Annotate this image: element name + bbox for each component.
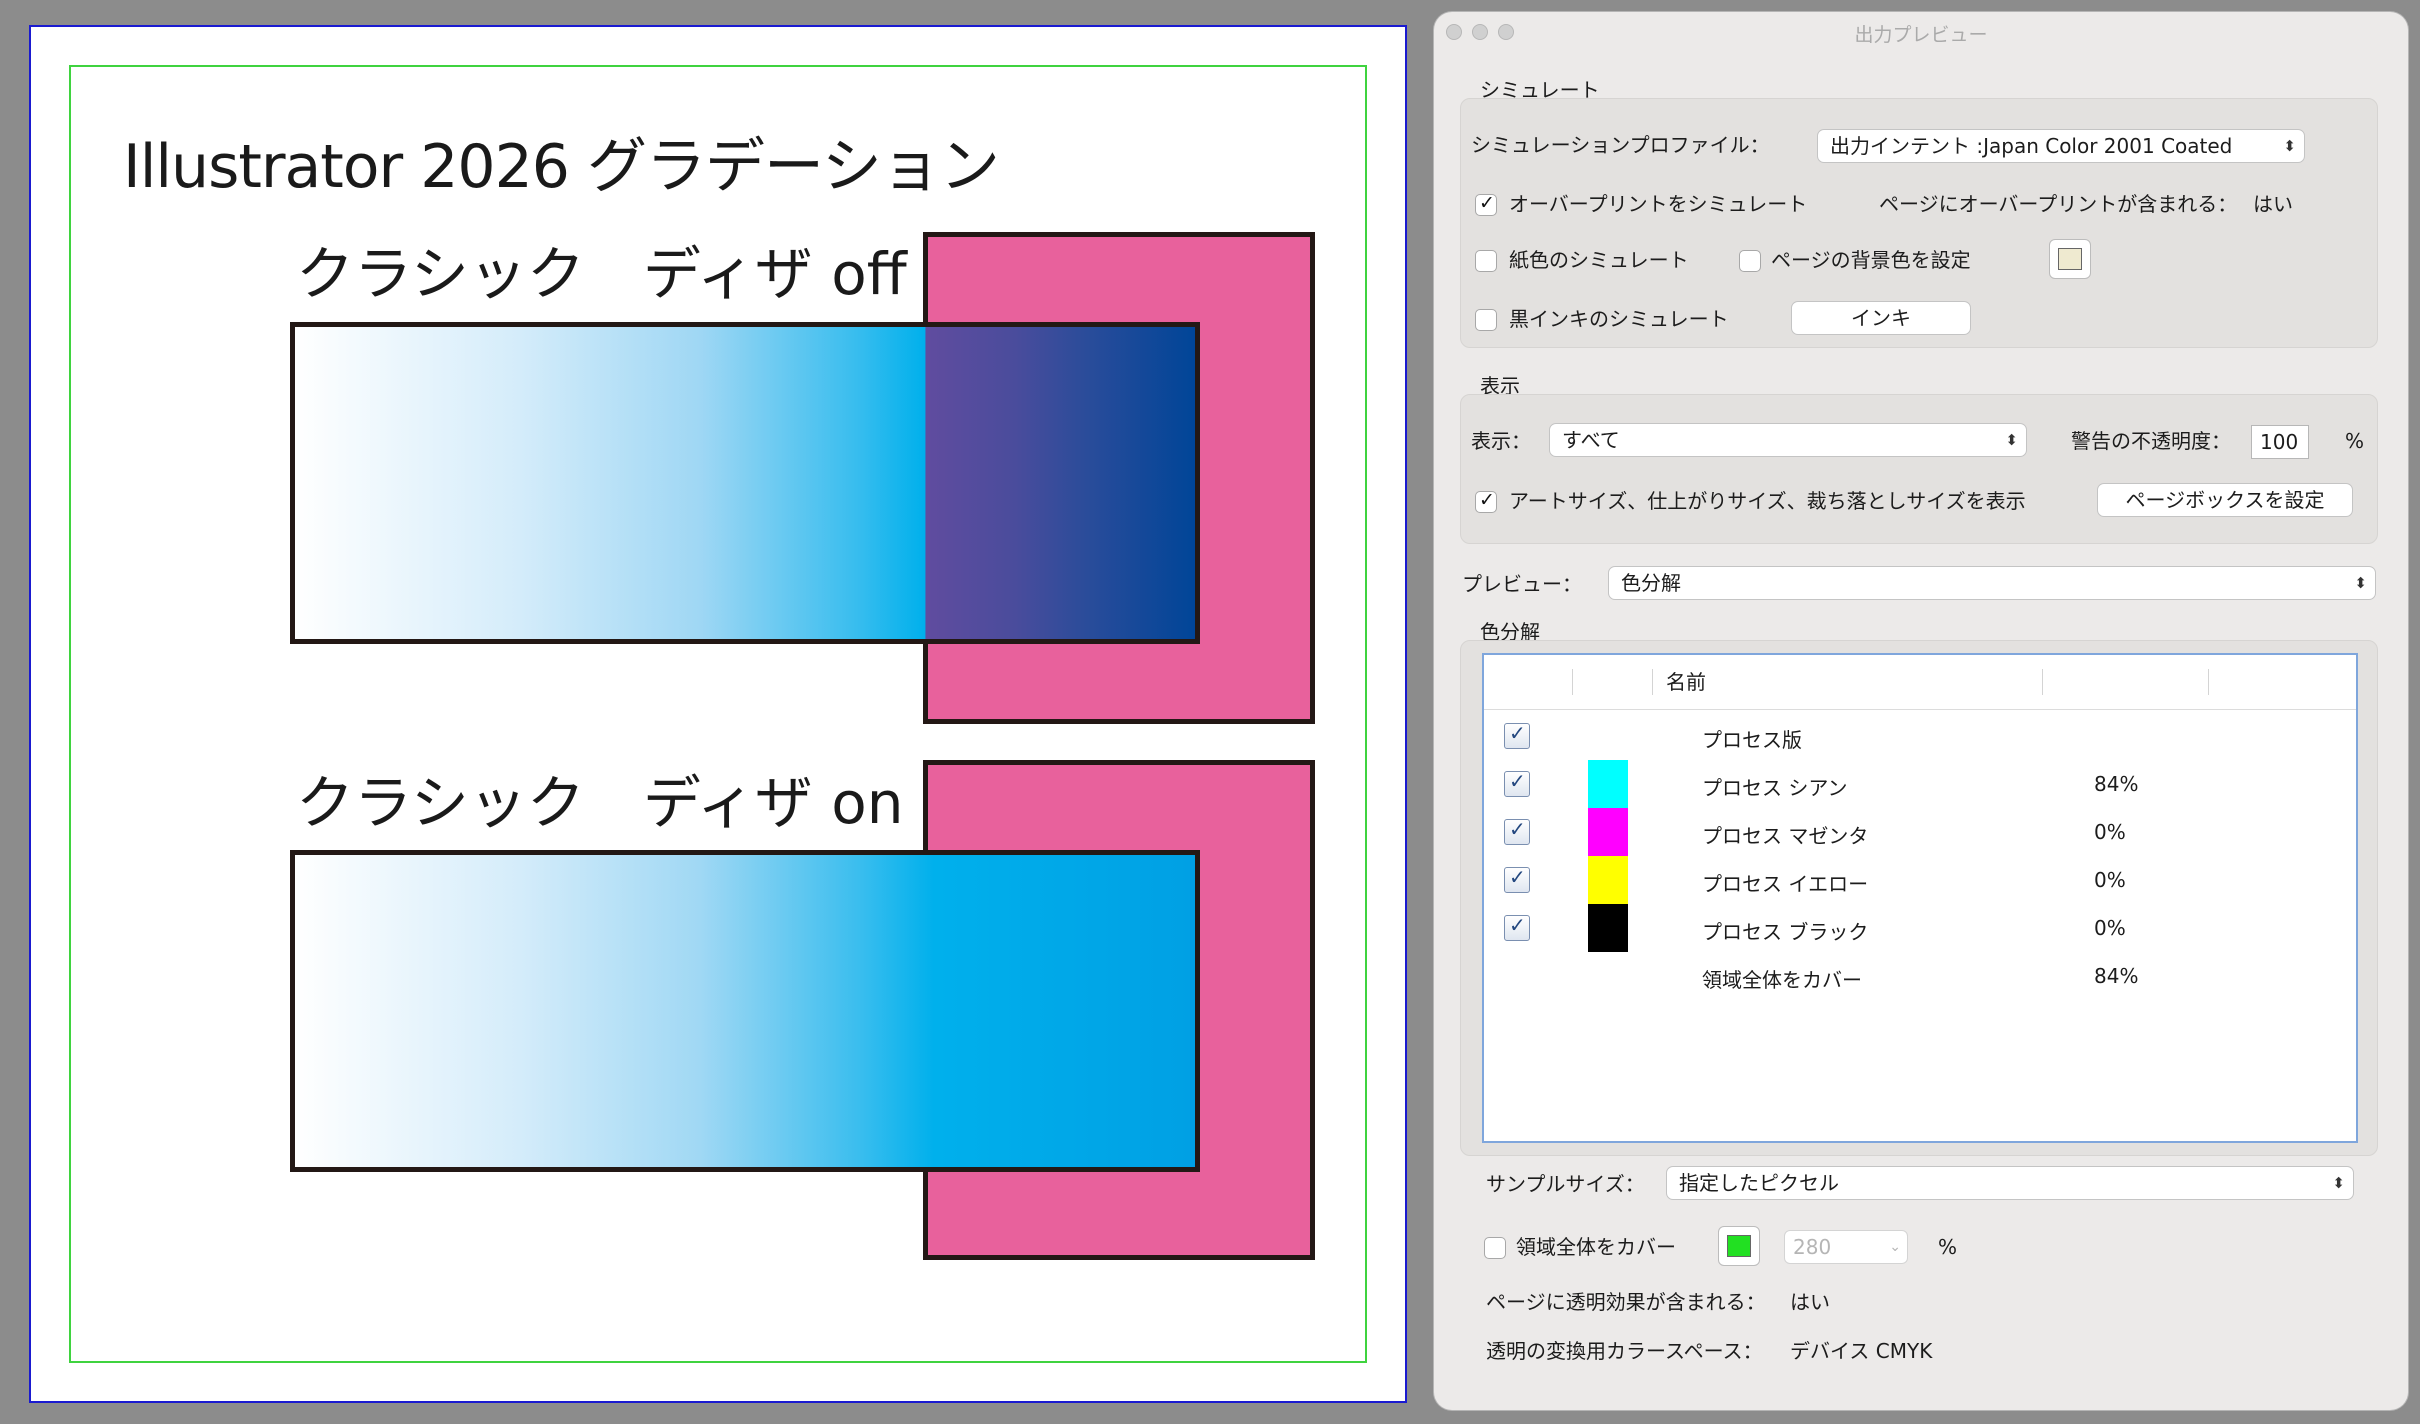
show-select[interactable]: すべて ⬍ — [1549, 423, 2027, 457]
output-preview-panel: 出力プレビュー シミュレート シミュレーションプロファイル： 出力インテント :… — [1434, 12, 2408, 1410]
updown-arrows-icon: ⬍ — [2354, 574, 2367, 592]
coverage-unit: % — [1938, 1235, 1958, 1259]
magenta-swatch — [1588, 808, 1628, 856]
page-bg-label: ページの背景色を設定 — [1771, 248, 1971, 272]
paper-color-checkbox[interactable] — [1475, 250, 1497, 272]
artboard: Illustrator 2026 グラデーション クラシック ディザ off ク… — [29, 25, 1407, 1403]
page-bg-color-fill — [2058, 248, 2082, 270]
row-checkbox[interactable] — [1504, 865, 1530, 893]
table-row[interactable]: プロセス シアン 84% — [1484, 760, 2356, 808]
ink-button[interactable]: インキ — [1791, 301, 1971, 335]
page-bg-checkbox[interactable] — [1739, 250, 1761, 272]
sample-size-select[interactable]: 指定したピクセル ⬍ — [1666, 1166, 2354, 1200]
label-dither-on: クラシック ディザ on — [296, 769, 904, 837]
warning-opacity-input[interactable]: 100 — [2251, 425, 2309, 459]
separations-table-header: 名前 — [1484, 655, 2356, 710]
row-checkbox[interactable] — [1504, 913, 1530, 941]
page-overprint-label: ページにオーバープリントが含まれる： — [1879, 192, 2238, 216]
page-bg-color-swatch[interactable] — [2049, 239, 2091, 279]
coverage-value: 280 — [1793, 1235, 1832, 1259]
transparency-label: ページに透明効果が含まれる： — [1486, 1290, 1766, 1314]
row-name: 領域全体をカバー — [1702, 968, 1862, 992]
row-checkbox[interactable] — [1504, 721, 1530, 749]
artboard-title: Illustrator 2026 グラデーション — [123, 132, 1000, 202]
colorspace-label: 透明の変換用カラースペース： — [1486, 1339, 1763, 1363]
sample-size-label: サンプルサイズ： — [1486, 1172, 1645, 1196]
preview-label: プレビュー： — [1462, 572, 1582, 596]
row-name: プロセス ブラック — [1702, 920, 1869, 944]
warning-opacity-unit: % — [2345, 429, 2365, 453]
display-group: 表示： すべて ⬍ 警告の不透明度： 100 % アートサイズ、仕上がりサイズ、… — [1460, 394, 2378, 544]
coverage-checkbox[interactable] — [1484, 1237, 1506, 1259]
cyan-swatch — [1588, 760, 1628, 808]
pagebox-button[interactable]: ページボックスを設定 — [2097, 483, 2353, 517]
row-name: プロセス シアン — [1702, 776, 1848, 800]
paper-color-label: 紙色のシミュレート — [1509, 248, 1689, 272]
overprint-label: オーバープリントをシミュレート — [1509, 192, 1808, 216]
show-select-value: すべて — [1562, 428, 1620, 452]
row-percent: 0% — [2094, 868, 2126, 892]
colorspace-value: デバイス CMYK — [1790, 1339, 1933, 1363]
row-percent: 84% — [2094, 772, 2139, 796]
artsize-checkbox[interactable] — [1475, 489, 1497, 513]
coverage-label: 領域全体をカバー — [1516, 1235, 1676, 1259]
sample-size-value: 指定したピクセル — [1679, 1171, 1839, 1195]
row-checkbox[interactable] — [1504, 817, 1530, 845]
black-swatch — [1588, 904, 1628, 952]
table-row: 領域全体をカバー 84% — [1484, 952, 2356, 1000]
page-overprint-value: はい — [2253, 192, 2293, 216]
header-divider — [2042, 669, 2043, 695]
row-percent: 84% — [2094, 964, 2139, 988]
transparency-value: はい — [1790, 1290, 1830, 1314]
header-divider — [1652, 669, 1653, 695]
panel-titlebar: 出力プレビュー — [1434, 12, 2408, 48]
gradient-rectangle-dither-off[interactable] — [290, 322, 1200, 644]
preview-select[interactable]: 色分解 ⬍ — [1608, 566, 2376, 600]
profile-select-value: 出力インテント :Japan Color 2001 Coated — [1830, 134, 2233, 158]
table-row[interactable]: プロセス版 — [1484, 712, 2356, 760]
black-ink-checkbox[interactable] — [1475, 309, 1497, 331]
simulate-group: シミュレーションプロファイル： 出力インテント :Japan Color 200… — [1460, 98, 2378, 348]
updown-arrows-icon: ⬍ — [2283, 137, 2296, 155]
gradient-rectangle-dither-on[interactable] — [290, 850, 1200, 1172]
row-name: プロセス マゼンタ — [1702, 824, 1869, 848]
header-name: 名前 — [1666, 670, 1706, 694]
row-percent: 0% — [2094, 916, 2126, 940]
row-name: プロセス イエロー — [1702, 872, 1869, 896]
yellow-swatch — [1588, 856, 1628, 904]
header-divider — [1572, 669, 1573, 695]
table-row[interactable]: プロセス ブラック 0% — [1484, 904, 2356, 952]
warning-opacity-label: 警告の不透明度： — [2071, 429, 2231, 453]
updown-arrows-icon: ⬍ — [2005, 431, 2018, 449]
row-checkbox[interactable] — [1504, 769, 1530, 797]
show-label: 表示： — [1471, 429, 1531, 453]
separations-table[interactable]: 名前 プロセス版 プロセス シアン 84% プロセス マゼンタ 0% プロセス … — [1482, 653, 2358, 1143]
coverage-color-fill — [1727, 1235, 1751, 1257]
profile-select[interactable]: 出力インテント :Japan Color 2001 Coated ⬍ — [1817, 129, 2305, 163]
coverage-value-combo: 280 ⌄ — [1784, 1230, 1908, 1264]
label-dither-off: クラシック ディザ off — [296, 240, 907, 308]
updown-arrows-icon: ⬍ — [2332, 1174, 2345, 1192]
preview-select-value: 色分解 — [1621, 571, 1681, 595]
row-percent: 0% — [2094, 820, 2126, 844]
artsize-label: アートサイズ、仕上がりサイズ、裁ち落としサイズを表示 — [1509, 489, 2026, 513]
overprint-checkbox[interactable] — [1475, 192, 1497, 216]
profile-label: シミュレーションプロファイル： — [1471, 133, 1770, 157]
chevron-down-icon: ⌄ — [1889, 1239, 1901, 1255]
coverage-color-swatch[interactable] — [1718, 1226, 1760, 1266]
table-row[interactable]: プロセス イエロー 0% — [1484, 856, 2356, 904]
black-ink-label: 黒インキのシミュレート — [1509, 307, 1729, 331]
table-row[interactable]: プロセス マゼンタ 0% — [1484, 808, 2356, 856]
panel-title: 出力プレビュー — [1854, 24, 1988, 46]
row-name: プロセス版 — [1702, 728, 1802, 752]
header-divider — [2208, 669, 2209, 695]
